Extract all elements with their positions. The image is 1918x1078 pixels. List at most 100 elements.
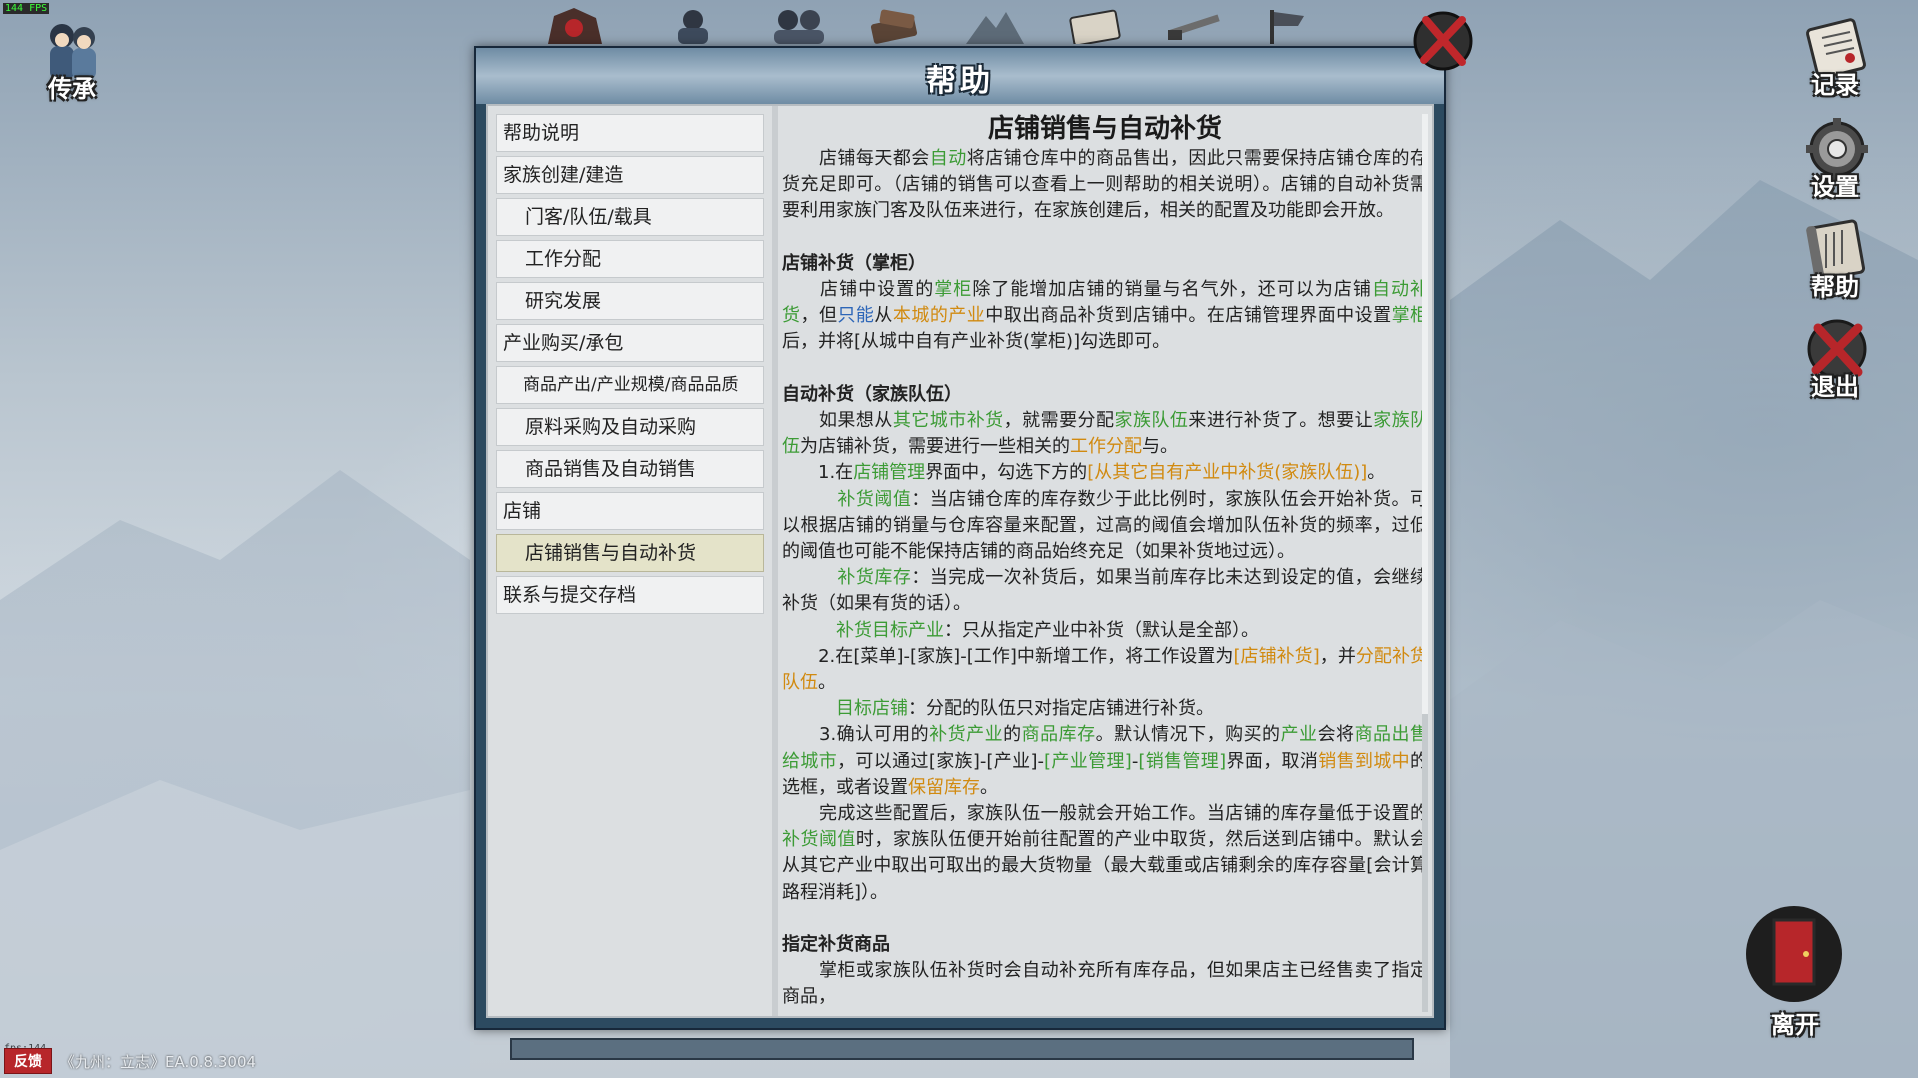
text-run bbox=[782, 620, 836, 641]
sidebar-item-goods-output[interactable]: 商品产出/产业规模/商品品质 bbox=[496, 366, 764, 404]
text-run: 店铺每天都会 bbox=[782, 148, 930, 169]
section-heading-shopkeeper: 店铺补货（掌柜） bbox=[782, 252, 926, 274]
scholar-icon[interactable] bbox=[658, 4, 728, 44]
article-paragraph: 补货目标产业：只从指定产业中补货（默认是全部）。 bbox=[782, 618, 1428, 644]
feedback-button[interactable]: 反馈 bbox=[4, 1048, 52, 1074]
records-button[interactable]: 记录 bbox=[1790, 10, 1880, 100]
books-icon[interactable] bbox=[860, 4, 930, 44]
help-label: 帮助 bbox=[1811, 273, 1859, 301]
text-run: ，可以通过[家族]-[产业]- bbox=[837, 750, 1045, 772]
text-run: 2.在[菜单]-[家族]-[工作]中新增工作，将工作设置为 bbox=[782, 645, 1234, 667]
highlight-term: [销售管理] bbox=[1138, 750, 1227, 772]
article-paragraph: 目标店铺：分配的队伍只对指定店铺进行补货。 bbox=[782, 696, 1428, 722]
settings-button[interactable]: 设置 bbox=[1790, 112, 1880, 202]
sidebar-item-research[interactable]: 研究发展 bbox=[496, 282, 764, 320]
article-paragraph: 完成这些配置后，家族队伍一般就会开始工作。当店铺的库存量低于设置的补货阈值时，家… bbox=[782, 801, 1428, 906]
panel-title-bar: 帮助 bbox=[476, 48, 1444, 104]
highlight-term: [店铺补货] bbox=[1233, 645, 1320, 667]
text-run: 为店铺补货，需要进行一些相关的 bbox=[800, 436, 1070, 458]
sword-icon[interactable] bbox=[1160, 4, 1230, 44]
highlight-term: 只能 bbox=[837, 305, 875, 327]
close-x-icon[interactable] bbox=[1410, 8, 1476, 74]
family-icon[interactable] bbox=[764, 4, 834, 44]
help-button[interactable]: 帮助 bbox=[1790, 212, 1880, 302]
article-title: 店铺销售与自动补货 bbox=[987, 114, 1222, 144]
highlight-term: 产业 bbox=[1280, 724, 1318, 746]
highlight-term: 店铺管理 bbox=[853, 462, 926, 484]
text-run: 时，家族队伍便开始前往配置的产业中取货，然后送到店铺中。默认会从其它产业中取出可… bbox=[782, 829, 1428, 903]
article-scrollbar[interactable] bbox=[1422, 114, 1428, 1012]
scroll-icon[interactable] bbox=[1060, 4, 1130, 44]
text-run bbox=[782, 567, 837, 588]
sidebar-item-retainers[interactable]: 门客/队伍/载具 bbox=[496, 198, 764, 236]
text-run bbox=[782, 698, 836, 719]
sidebar-item-shop[interactable]: 店铺 bbox=[496, 492, 764, 530]
door-icon bbox=[1746, 906, 1842, 1002]
scrollbar-thumb[interactable] bbox=[1422, 114, 1428, 714]
help-article: 店铺销售与自动补货 店铺每天都会自动将店铺仓库中的商品售出，因此只需要保持店铺仓… bbox=[782, 112, 1428, 1016]
text-run: 掌柜或家族队伍补货时会自动补充所有库存品，但如果店主已经售卖了指定商品， bbox=[782, 960, 1428, 1008]
article-paragraph: 店铺每天都会自动将店铺仓库中的商品售出，因此只需要保持店铺仓库的存货充足即可。（… bbox=[782, 146, 1428, 225]
text-run: 。 bbox=[1367, 462, 1386, 484]
panel-divider bbox=[772, 106, 778, 1016]
sidebar-item-contact[interactable]: 联系与提交存档 bbox=[496, 576, 764, 614]
article-paragraph: 补货库存：当完成一次补货后，如果当前库存比未达到设定的值，会继续补货（如果有货的… bbox=[782, 565, 1428, 617]
highlight-term: [产业管理] bbox=[1044, 750, 1132, 772]
highlight-term: 掌柜 bbox=[934, 279, 973, 300]
text-run: 与。 bbox=[1142, 436, 1178, 458]
text-run: 完成这些配置后，家族队伍一般就会开始工作。当店铺的库存量低于设置的 bbox=[782, 803, 1428, 825]
flag-icon[interactable] bbox=[1250, 4, 1320, 44]
highlight-term: 补货阈值 bbox=[837, 488, 912, 510]
section-heading-team: 自动补货（家族队伍） bbox=[782, 383, 962, 405]
article-paragraph: 店铺中设置的掌柜除了能增加店铺的销量与名气外，还可以为店铺自动补货，但只能从本城… bbox=[782, 277, 1428, 356]
text-run: 除了能增加店铺的销量与名气外，还可以为店铺 bbox=[972, 279, 1372, 300]
highlight-term: 补货库存 bbox=[837, 567, 912, 589]
mountain-icon[interactable] bbox=[960, 4, 1030, 44]
text-run: 3.确认可用的 bbox=[782, 724, 930, 746]
highlight-term: 本城的产业 bbox=[892, 305, 986, 327]
highlight-term: 补货目标产业 bbox=[836, 619, 944, 641]
mask-icon[interactable] bbox=[540, 4, 610, 44]
text-run: 如果想从 bbox=[782, 410, 893, 431]
inherit-button[interactable]: 传承 bbox=[28, 14, 116, 104]
text-run: 店铺中设置的 bbox=[782, 279, 935, 300]
version-label: 《九州：立志》EA.0.8.3004 bbox=[60, 1053, 257, 1071]
text-run: 的 bbox=[1003, 724, 1022, 746]
article-paragraph: 3.确认可用的补货产业的商品库存。默认情况下，购买的产业会将商品出售给城市，可以… bbox=[782, 722, 1428, 801]
article-paragraph: 掌柜或家族队伍补货时会自动补充所有库存品，但如果店主已经售卖了指定商品， bbox=[782, 958, 1428, 1010]
sidebar-item-work-assign[interactable]: 工作分配 bbox=[496, 240, 764, 278]
leave-button[interactable]: 离开 bbox=[1730, 900, 1860, 1040]
sidebar-item-material-purchase[interactable]: 原料采购及自动采购 bbox=[496, 408, 764, 446]
article-paragraph: 补货阈值：当店铺仓库的库存数少于此比例时，家族队伍会开始补货。可以根据店铺的销量… bbox=[782, 487, 1428, 566]
top-icon-bar bbox=[540, 0, 1440, 44]
text-run: 来进行补货了。想要让 bbox=[1188, 410, 1374, 431]
text-run bbox=[782, 489, 837, 510]
sidebar-item-industry-buy[interactable]: 产业购买/承包 bbox=[496, 324, 764, 362]
sidebar-item-goods-sale[interactable]: 商品销售及自动销售 bbox=[496, 450, 764, 488]
text-run: 。默认情况下，购买的 bbox=[1095, 724, 1281, 746]
highlight-term: 工作分配 bbox=[1070, 436, 1142, 458]
text-run: ：分配的队伍只对指定店铺进行补货。 bbox=[908, 698, 1214, 720]
highlight-term: 销售到城中 bbox=[1318, 750, 1411, 772]
text-run: 后，并将[从城中自有产业补货(掌柜)]勾选即可。 bbox=[782, 331, 1171, 353]
panel-body: 帮助说明 家族创建/建造 门客/队伍/载具 工作分配 研究发展 产业购买/承包 … bbox=[486, 104, 1434, 1018]
highlight-term: 保留库存 bbox=[908, 776, 980, 798]
text-run: 界面中，勾选下方的 bbox=[925, 462, 1088, 484]
section-heading-goods: 指定补货商品 bbox=[782, 934, 890, 956]
text-run: ，但 bbox=[800, 305, 838, 327]
text-run: ，就需要分配 bbox=[1003, 410, 1115, 431]
text-run: ，并 bbox=[1319, 645, 1356, 667]
panel-bottom-bar bbox=[510, 1038, 1414, 1060]
panel-title: 帮助 bbox=[926, 64, 994, 99]
highlight-term: 商品库存 bbox=[1021, 724, 1096, 746]
text-run: 。 bbox=[980, 776, 998, 798]
highlight-term: [从其它自有产业中补货(家族队伍)] bbox=[1087, 462, 1368, 484]
fps-counter: 144 FPS bbox=[3, 3, 50, 14]
sidebar-item-family-build[interactable]: 家族创建/建造 bbox=[496, 156, 764, 194]
highlight-term: 目标店铺 bbox=[836, 698, 908, 720]
sidebar-item-shop-restock[interactable]: 店铺销售与自动补货 bbox=[496, 534, 764, 572]
leave-label: 离开 bbox=[1771, 1011, 1819, 1039]
sidebar-item-help-intro[interactable]: 帮助说明 bbox=[496, 114, 764, 152]
quit-button[interactable]: 退出 bbox=[1790, 312, 1880, 402]
help-topics-sidebar: 帮助说明 家族创建/建造 门客/队伍/载具 工作分配 研究发展 产业购买/承包 … bbox=[496, 114, 764, 618]
